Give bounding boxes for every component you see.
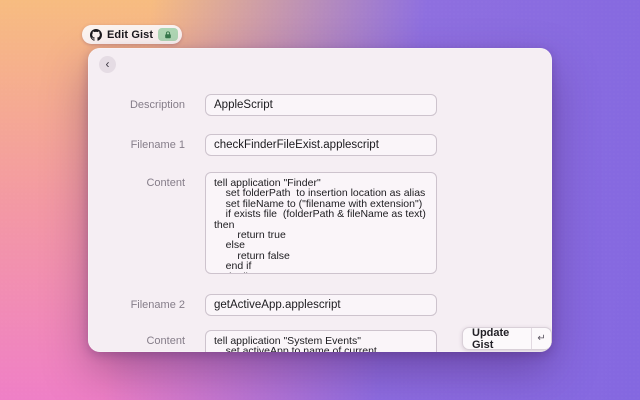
content1-field-row: Content tell application "Finder" set fo… — [88, 172, 552, 274]
lock-icon — [164, 31, 172, 39]
filename2-field-row: Filename 2 — [88, 294, 552, 316]
filename1-input[interactable] — [205, 134, 437, 156]
command-pill-label: Edit Gist — [107, 29, 153, 41]
content1-label: Content — [88, 172, 185, 194]
desktop-background: { "pill": { "label": "Edit Gist", "githu… — [0, 0, 640, 400]
back-button[interactable]: ‹ — [99, 56, 116, 73]
filename2-input[interactable] — [205, 294, 437, 316]
filename1-label: Filename 1 — [88, 134, 185, 156]
content2-label: Content — [88, 330, 185, 352]
description-label: Description — [88, 94, 185, 116]
content1-textarea[interactable]: tell application "Finder" set folderPath… — [205, 172, 437, 274]
filename1-field-row: Filename 1 — [88, 134, 552, 156]
description-field-row: Description — [88, 94, 552, 116]
update-gist-label: Update Gist — [463, 327, 531, 351]
github-icon — [90, 29, 102, 41]
update-gist-button[interactable]: Update Gist ↵ — [462, 327, 552, 350]
filename2-label: Filename 2 — [88, 294, 185, 316]
content2-textarea[interactable]: tell application "System Events" set act… — [205, 330, 437, 352]
enter-key-icon: ↵ — [532, 328, 551, 349]
edit-gist-window: ‹ Description Filename 1 Content tell ap… — [88, 48, 552, 352]
description-input[interactable] — [205, 94, 437, 116]
secret-gist-badge — [158, 28, 178, 41]
command-pill-edit-gist[interactable]: Edit Gist — [82, 25, 182, 44]
